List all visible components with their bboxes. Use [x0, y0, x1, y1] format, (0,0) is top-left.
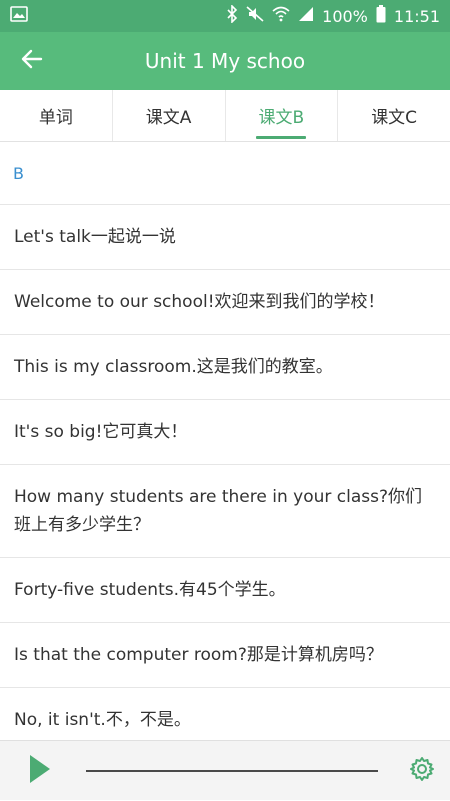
- section-label: B: [0, 142, 450, 205]
- list-item[interactable]: Forty-five students.有45个学生。: [0, 558, 450, 623]
- list-item[interactable]: How many students are there in your clas…: [0, 465, 450, 558]
- tab-bar: 单词 课文A 课文B 课文C: [0, 90, 450, 142]
- sentence-text: Is that the computer room?那是计算机房吗？: [14, 645, 383, 665]
- signal-icon: [298, 6, 314, 26]
- list-item[interactable]: Is that the computer room?那是计算机房吗？: [0, 623, 450, 688]
- list-item[interactable]: No, it isn't.不，不是。: [0, 688, 450, 740]
- image-icon: [10, 6, 28, 26]
- status-bar: 100% 11:51: [0, 0, 450, 32]
- list-item[interactable]: This is my classroom.这是我们的教室。: [0, 335, 450, 400]
- progress-bar[interactable]: [86, 770, 378, 772]
- sentence-text: It's so big!它可真大！: [14, 422, 188, 442]
- back-button[interactable]: [0, 32, 64, 90]
- bluetooth-icon: [226, 4, 238, 27]
- settings-button[interactable]: [402, 751, 442, 791]
- list-item[interactable]: It's so big!它可真大！: [0, 400, 450, 465]
- sentence-text: How many students are there in your clas…: [14, 487, 422, 535]
- gear-icon: [409, 756, 435, 786]
- sentence-text: Let's talk一起说一说: [14, 227, 176, 247]
- sentence-text: No, it isn't.不，不是。: [14, 710, 191, 730]
- page-title: Unit 1 My schoo: [144, 49, 306, 73]
- play-button[interactable]: [10, 741, 70, 801]
- tab-text-c[interactable]: 课文C: [338, 90, 450, 141]
- sentence-text: Forty-five students.有45个学生。: [14, 580, 286, 600]
- battery-icon: [376, 5, 386, 27]
- app-bar: Unit 1 My schoo: [0, 32, 450, 90]
- sentence-list: B Let's talk一起说一说 Welcome to our school!…: [0, 142, 450, 740]
- tab-words[interactable]: 单词: [0, 90, 113, 141]
- mute-icon: [246, 5, 264, 27]
- list-item[interactable]: Let's talk一起说一说: [0, 205, 450, 270]
- sentence-text: Welcome to our school!欢迎来到我们的学校！: [14, 292, 385, 312]
- list-item[interactable]: Welcome to our school!欢迎来到我们的学校！: [0, 270, 450, 335]
- wifi-icon: [272, 6, 290, 26]
- arrow-left-icon: [20, 47, 44, 75]
- battery-text: 100%: [322, 6, 368, 26]
- play-icon: [28, 754, 52, 788]
- tab-text-a[interactable]: 课文A: [113, 90, 226, 141]
- audio-player: [0, 740, 450, 800]
- clock: 11:51: [393, 6, 440, 26]
- sentence-text: This is my classroom.这是我们的教室。: [14, 357, 333, 377]
- tab-text-b[interactable]: 课文B: [226, 90, 339, 141]
